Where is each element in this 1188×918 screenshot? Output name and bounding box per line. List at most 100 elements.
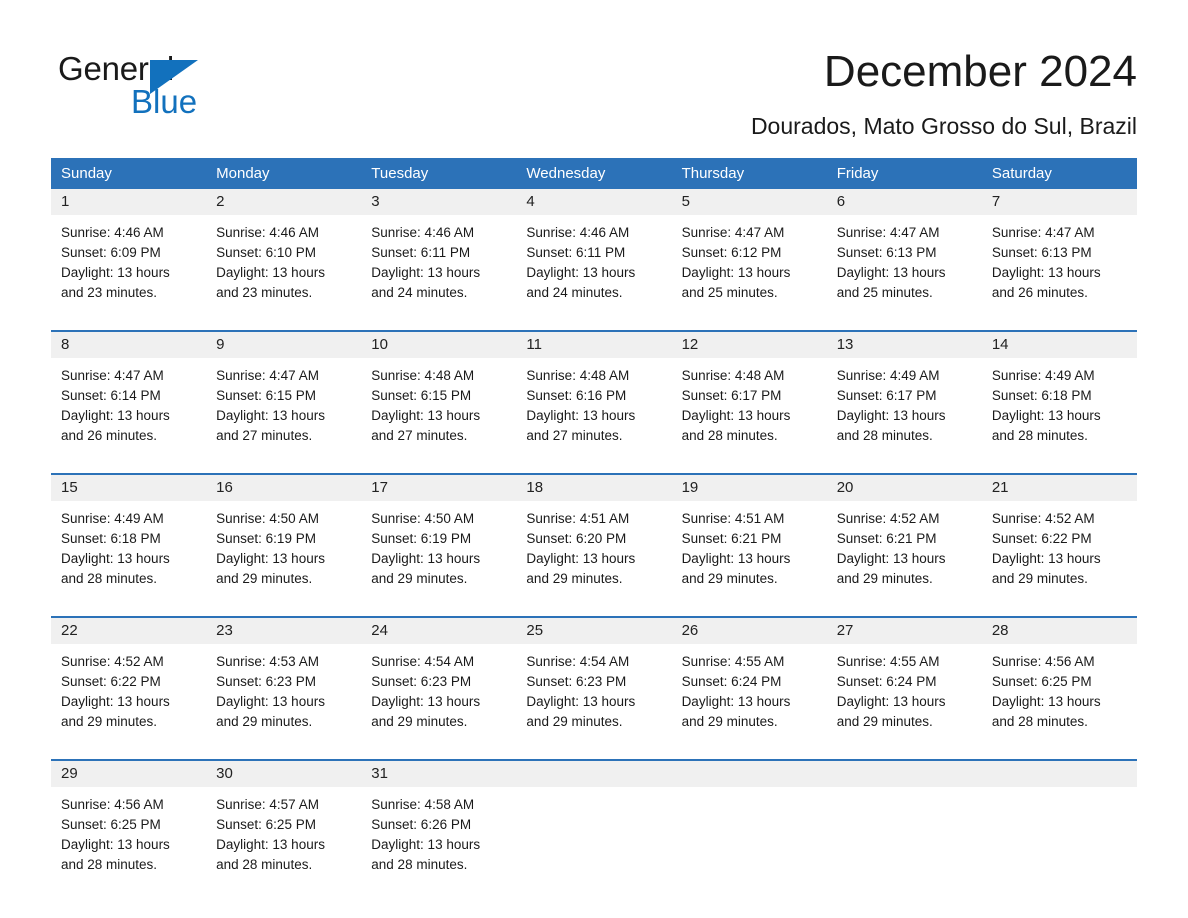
daylight-duration-line1: Daylight: 13 hours — [991, 551, 1101, 566]
sunrise-time: Sunrise: 4:55 AM — [836, 654, 940, 669]
daylight-duration-line2: and 29 minutes. — [216, 571, 313, 586]
day-cell[interactable]: 4 Sunrise: 4:46 AM Sunset: 6:11 PM Daylight… — [516, 189, 672, 321]
sunrise-time: Sunrise: 4:52 AM — [836, 511, 940, 526]
weekday-header-tuesday: Tuesday — [371, 165, 429, 182]
daylight-duration-line1: Daylight: 13 hours — [836, 551, 946, 566]
daylight-duration-line1: Daylight: 13 hours — [216, 408, 325, 423]
day-cell[interactable]: 28 Sunrise: 4:56 AM Sunset: 6:25 PM Dayligh… — [981, 618, 1137, 750]
day-cell[interactable]: 25 Sunrise: 4:54 AM Sunset: 6:23 PM Dayligh… — [516, 618, 672, 750]
day-cell[interactable]: 7 Sunrise: 4:47 AM Sunset: 6:13 PM Daylight… — [981, 189, 1137, 321]
day-cell[interactable]: 24 Sunrise: 4:54 AM Sunset: 6:23 PM Dayligh… — [361, 618, 517, 750]
day-sun-info-empty — [672, 787, 827, 875]
daylight-duration-line2: and 28 minutes. — [61, 857, 158, 872]
day-cell[interactable]: 12 Sunrise: 4:48 AM Sunset: 6:17 PM Dayligh… — [671, 332, 827, 464]
day-cell[interactable]: 8 Sunrise: 4:47 AM Sunset: 6:14 PM Daylight… — [51, 332, 207, 464]
sunrise-time: Sunrise: 4:54 AM — [526, 654, 630, 669]
day-sun-info: Sunrise: 4:47 AM Sunset: 6:15 PM Daylight:… — [206, 358, 361, 446]
day-number: 19 — [671, 475, 827, 501]
day-cell[interactable]: 3 Sunrise: 4:46 AM Sunset: 6:11 PM Daylight… — [361, 189, 517, 321]
day-sun-info: Sunrise: 4:46 AM Sunset: 6:10 PM Daylight:… — [206, 215, 361, 303]
day-number — [516, 761, 672, 787]
daylight-duration-line2: and 29 minutes. — [61, 714, 158, 729]
day-cell[interactable]: 14 Sunrise: 4:49 AM Sunset: 6:18 PM Dayligh… — [981, 332, 1137, 464]
daylight-duration-line1: Daylight: 13 hours — [526, 551, 636, 566]
page-header: General Blue December 2024 Dourados, Mat… — [0, 0, 1188, 150]
day-cell[interactable]: 15 Sunrise: 4:49 AM Sunset: 6:18 PM Dayligh… — [51, 475, 207, 607]
day-cell[interactable]: 17 Sunrise: 4:50 AM Sunset: 6:19 PM Dayligh… — [361, 475, 517, 607]
day-cell[interactable]: 23 Sunrise: 4:53 AM Sunset: 6:23 PM Dayligh… — [206, 618, 362, 750]
day-cell[interactable]: 20 Sunrise: 4:52 AM Sunset: 6:21 PM Dayligh… — [826, 475, 982, 607]
daylight-duration-line1: Daylight: 13 hours — [681, 408, 791, 423]
day-cell[interactable]: 18 Sunrise: 4:51 AM Sunset: 6:20 PM Dayligh… — [516, 475, 672, 607]
day-cell[interactable]: 26 Sunrise: 4:55 AM Sunset: 6:24 PM Dayligh… — [671, 618, 827, 750]
day-cell[interactable]: 6 Sunrise: 4:47 AM Sunset: 6:13 PM Daylight… — [826, 189, 982, 321]
day-cell[interactable]: 21 Sunrise: 4:52 AM Sunset: 6:22 PM Dayligh… — [981, 475, 1137, 607]
day-number: 16 — [206, 475, 362, 501]
daylight-duration-line2: and 24 minutes. — [526, 285, 623, 300]
daylight-duration-line1: Daylight: 13 hours — [216, 837, 325, 852]
daylight-duration-line2: and 28 minutes. — [991, 714, 1088, 729]
sunset-time: Sunset: 6:20 PM — [526, 531, 627, 546]
day-cell[interactable]: 5 Sunrise: 4:47 AM Sunset: 6:12 PM Daylight… — [671, 189, 827, 321]
weekday-header-row: Sunday Monday Tuesday Wednesday Thursday Frid… — [51, 158, 1137, 189]
day-cell[interactable]: 1 Sunrise: 4:46 AM Sunset: 6:09 PM Daylight… — [51, 189, 207, 321]
week-row: 29 Sunrise: 4:56 AM Sunset: 6:25 PM Dayligh… — [51, 759, 1137, 893]
day-sun-info: Sunrise: 4:48 AM Sunset: 6:16 PM Daylight:… — [516, 358, 671, 446]
day-cell[interactable]: 2 Sunrise: 4:46 AM Sunset: 6:10 PM Daylight… — [206, 189, 362, 321]
sunrise-time: Sunrise: 4:50 AM — [371, 511, 475, 526]
day-cell[interactable]: 30 Sunrise: 4:57 AM Sunset: 6:25 PM Dayligh… — [206, 761, 362, 893]
day-number: 22 — [51, 618, 207, 644]
day-number: 2 — [206, 189, 362, 215]
day-sun-info: Sunrise: 4:56 AM Sunset: 6:25 PM Daylight:… — [982, 644, 1137, 732]
daylight-duration-line2: and 28 minutes. — [216, 857, 313, 872]
generalblue-logo[interactable]: General Blue — [58, 52, 318, 122]
day-cell[interactable]: 22 Sunrise: 4:52 AM Sunset: 6:22 PM Dayligh… — [51, 618, 207, 750]
daylight-duration-line2: and 29 minutes. — [836, 571, 933, 586]
day-sun-info: Sunrise: 4:56 AM Sunset: 6:25 PM Daylight:… — [51, 787, 206, 875]
daylight-duration-line2: and 29 minutes. — [526, 714, 623, 729]
day-cell[interactable]: 29 Sunrise: 4:56 AM Sunset: 6:25 PM Dayligh… — [51, 761, 207, 893]
title-block: December 2024 Dourados, Mato Grosso do S… — [751, 48, 1137, 139]
sunset-time: Sunset: 6:21 PM — [836, 531, 937, 546]
daylight-duration-line1: Daylight: 13 hours — [681, 551, 791, 566]
day-number: 29 — [51, 761, 207, 787]
day-number: 8 — [51, 332, 207, 358]
daylight-duration-line2: and 29 minutes. — [371, 571, 468, 586]
day-sun-info: Sunrise: 4:52 AM Sunset: 6:22 PM Daylight:… — [51, 644, 206, 732]
daylight-duration-line1: Daylight: 13 hours — [526, 694, 636, 709]
day-number: 17 — [361, 475, 517, 501]
day-cell[interactable]: 11 Sunrise: 4:48 AM Sunset: 6:16 PM Dayligh… — [516, 332, 672, 464]
sunrise-time: Sunrise: 4:51 AM — [526, 511, 630, 526]
day-cell[interactable]: 9 Sunrise: 4:47 AM Sunset: 6:15 PM Daylight… — [206, 332, 362, 464]
day-cell[interactable]: 19 Sunrise: 4:51 AM Sunset: 6:21 PM Dayligh… — [671, 475, 827, 607]
day-sun-info-empty — [827, 787, 982, 875]
sunset-time: Sunset: 6:25 PM — [216, 817, 316, 832]
sunset-time: Sunset: 6:18 PM — [61, 531, 161, 546]
sunset-time: Sunset: 6:13 PM — [836, 245, 937, 260]
day-number: 4 — [516, 189, 672, 215]
day-sun-info: Sunrise: 4:54 AM Sunset: 6:23 PM Daylight:… — [516, 644, 671, 732]
day-sun-info: Sunrise: 4:46 AM Sunset: 6:09 PM Daylight:… — [51, 215, 206, 303]
weekday-header-saturday: Saturday — [991, 165, 1052, 182]
day-number: 23 — [206, 618, 362, 644]
day-cell[interactable]: 27 Sunrise: 4:55 AM Sunset: 6:24 PM Dayligh… — [826, 618, 982, 750]
day-cell[interactable]: 10 Sunrise: 4:48 AM Sunset: 6:15 PM Dayligh… — [361, 332, 517, 464]
daylight-duration-line1: Daylight: 13 hours — [991, 265, 1101, 280]
day-number: 24 — [361, 618, 517, 644]
sunrise-time: Sunrise: 4:47 AM — [216, 368, 319, 383]
daylight-duration-line1: Daylight: 13 hours — [526, 408, 636, 423]
daylight-duration-line1: Daylight: 13 hours — [836, 265, 946, 280]
day-number: 12 — [671, 332, 827, 358]
sunrise-time: Sunrise: 4:47 AM — [836, 225, 940, 240]
daylight-duration-line1: Daylight: 13 hours — [61, 265, 170, 280]
sunset-time: Sunset: 6:10 PM — [216, 245, 316, 260]
day-sun-info: Sunrise: 4:55 AM Sunset: 6:24 PM Daylight:… — [672, 644, 827, 732]
day-number — [826, 761, 982, 787]
day-cell[interactable]: 13 Sunrise: 4:49 AM Sunset: 6:17 PM Dayligh… — [826, 332, 982, 464]
day-cell[interactable]: 31 Sunrise: 4:58 AM Sunset: 6:26 PM Dayligh… — [361, 761, 517, 893]
day-cell[interactable]: 16 Sunrise: 4:50 AM Sunset: 6:19 PM Dayligh… — [206, 475, 362, 607]
daylight-duration-line1: Daylight: 13 hours — [836, 408, 946, 423]
daylight-duration-line2: and 29 minutes. — [371, 714, 468, 729]
sunrise-time: Sunrise: 4:47 AM — [991, 225, 1095, 240]
sunset-time: Sunset: 6:11 PM — [371, 245, 471, 260]
